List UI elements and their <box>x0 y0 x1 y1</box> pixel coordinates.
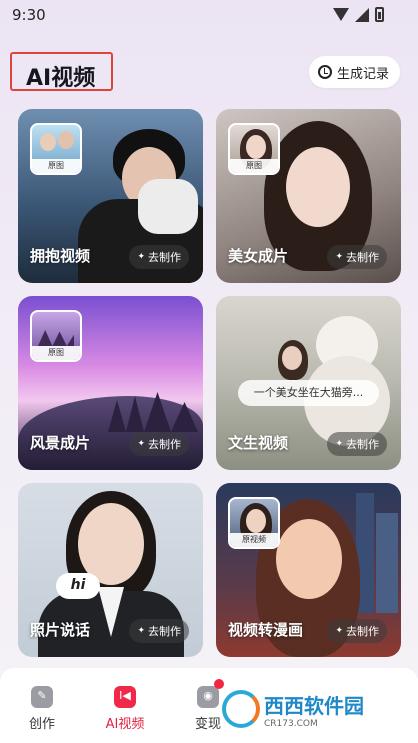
make-button[interactable]: ✦ 去制作 <box>327 619 387 643</box>
original-thumbnail: 原视频 <box>228 497 280 549</box>
illustration-face <box>282 346 302 370</box>
make-button-label: 去制作 <box>346 625 379 638</box>
ai-video-icon: I◀ <box>114 686 136 708</box>
card-label: 美女成片 <box>228 247 289 265</box>
thumb-tag: 原图 <box>230 159 278 173</box>
signal-icon <box>355 7 369 22</box>
card-beauty-video[interactable]: 原图 美女成片 ✦ 去制作 <box>216 109 401 283</box>
sparkle-icon: ✦ <box>335 439 343 449</box>
illustration-face <box>286 147 350 227</box>
sparkle-icon: ✦ <box>137 252 145 262</box>
nav-label: 创作 <box>28 717 55 732</box>
watermark-brand: 西西软件园 <box>264 693 364 718</box>
make-button[interactable]: ✦ 去制作 <box>129 245 189 269</box>
thumb-face <box>40 133 56 151</box>
card-photo-talk[interactable]: hi 照片说话 ✦ 去制作 <box>18 483 203 657</box>
make-button[interactable]: ✦ 去制作 <box>327 432 387 456</box>
card-video-to-comic[interactable]: 原视频 视频转漫画 ✦ 去制作 <box>216 483 401 657</box>
nav-item-ai-video[interactable]: I◀ AI视频 <box>95 686 155 732</box>
make-button[interactable]: ✦ 去制作 <box>129 619 189 643</box>
original-thumbnail: 原图 <box>228 123 280 175</box>
make-button-label: 去制作 <box>148 625 181 638</box>
status-bar: 9:30 <box>0 0 418 30</box>
sparkle-icon: ✦ <box>335 252 343 262</box>
thumb-tag: 原图 <box>32 159 80 173</box>
status-time: 9:30 <box>12 6 46 24</box>
nav-label: 变现 <box>194 717 221 732</box>
battery-icon <box>375 7 384 22</box>
sparkle-icon: ✦ <box>137 626 145 636</box>
nav-label: AI视频 <box>105 717 145 732</box>
card-landscape-video[interactable]: 原图 风景成片 ✦ 去制作 <box>18 296 203 470</box>
watermark-domain: CR173.COM <box>264 718 318 729</box>
nav-item-create[interactable]: ✎ 创作 <box>12 686 72 732</box>
history-button[interactable]: 生成记录 <box>309 56 400 88</box>
prompt-example: 一个美女坐在大猫旁... <box>238 380 379 406</box>
page-title: AI视频 <box>10 52 113 91</box>
sparkle-icon: ✦ <box>335 626 343 636</box>
make-button-label: 去制作 <box>346 251 379 264</box>
history-icon <box>318 65 332 79</box>
original-thumbnail: 原图 <box>30 310 82 362</box>
thumb-face <box>58 131 74 149</box>
thumb-face <box>246 509 266 533</box>
make-button-label: 去制作 <box>148 251 181 264</box>
card-text-to-video[interactable]: 一个美女坐在大猫旁... 文生视频 ✦ 去制作 <box>216 296 401 470</box>
watermark-logo-icon <box>222 690 260 728</box>
make-button-label: 去制作 <box>148 438 181 451</box>
thumb-trees <box>38 330 74 346</box>
thumb-face <box>246 135 266 159</box>
card-hug-video[interactable]: 原图 拥抱视频 ✦ 去制作 <box>18 109 203 283</box>
card-label: 拥抱视频 <box>30 247 91 265</box>
speech-bubble: hi <box>56 573 100 599</box>
illustration-face <box>276 519 342 599</box>
illustration-collar <box>138 179 198 234</box>
card-label: 照片说话 <box>30 621 91 639</box>
history-label: 生成记录 <box>337 66 390 82</box>
sparkle-icon: ✦ <box>137 439 145 449</box>
make-button[interactable]: ✦ 去制作 <box>327 245 387 269</box>
illustration-building <box>376 513 398 613</box>
make-button[interactable]: ✦ 去制作 <box>129 432 189 456</box>
make-button-label: 去制作 <box>346 438 379 451</box>
thumb-tag: 原图 <box>32 346 80 360</box>
thumb-tag: 原视频 <box>230 533 278 547</box>
card-label: 视频转漫画 <box>228 621 304 639</box>
card-label: 文生视频 <box>228 434 289 452</box>
create-icon: ✎ <box>31 686 53 708</box>
wifi-icon <box>333 8 349 21</box>
card-label: 风景成片 <box>30 434 91 452</box>
watermark: 西西软件园 CR173.COM <box>222 684 418 734</box>
status-icons <box>333 7 384 22</box>
original-thumbnail: 原图 <box>30 123 82 175</box>
monetize-icon: ◉ <box>197 679 224 708</box>
